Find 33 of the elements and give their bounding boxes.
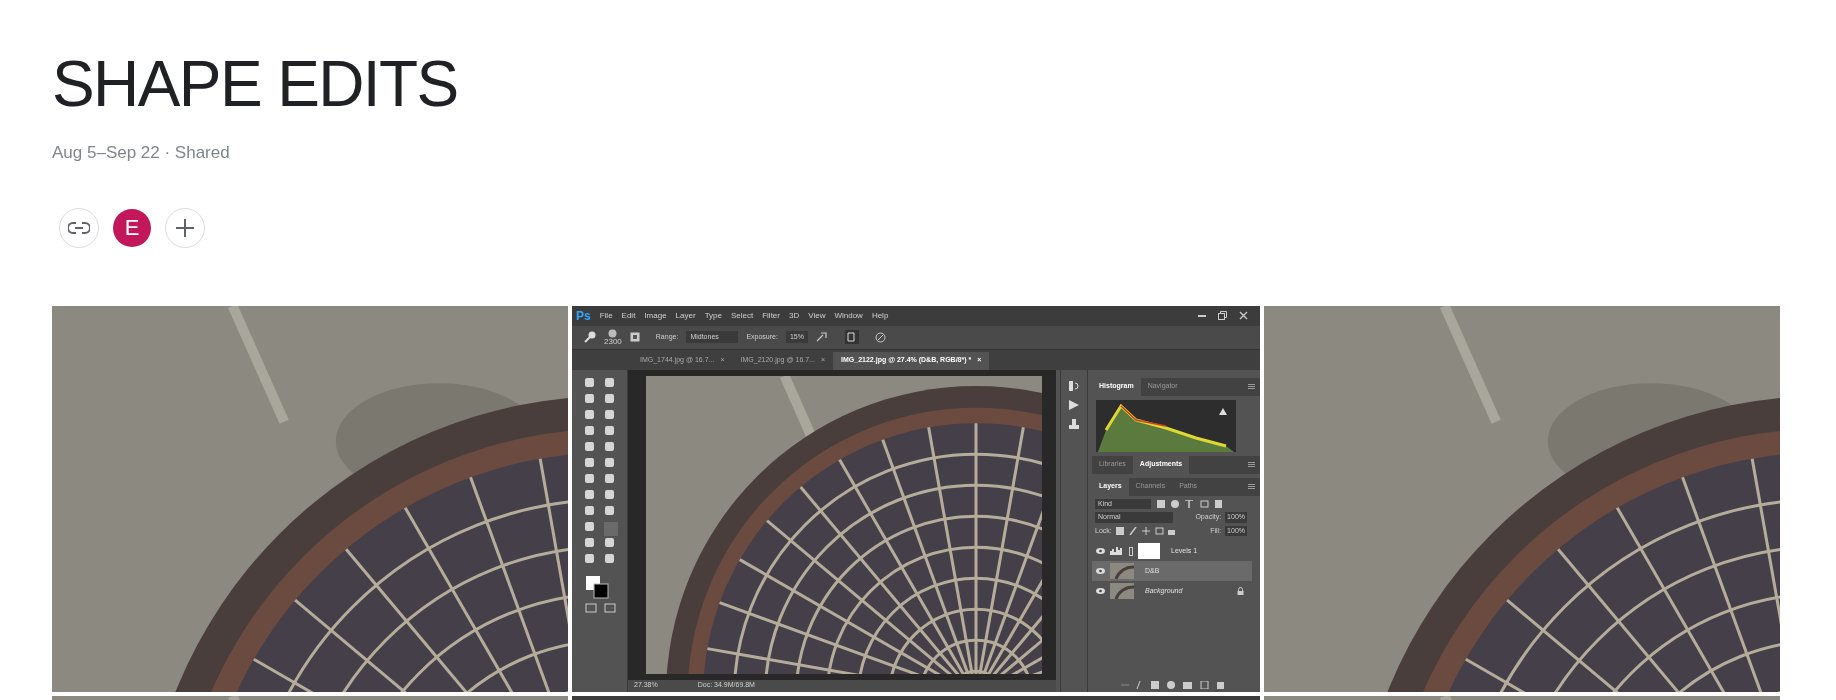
brush-size: 2300: [604, 337, 622, 346]
album-title: SHAPE EDITS: [52, 52, 458, 116]
layer-mask-thumbnail: [1138, 543, 1160, 559]
link-icon: [68, 221, 90, 234]
brush-preview-icon[interactable]: [608, 328, 618, 338]
plus-icon: [176, 218, 194, 237]
eye-icon[interactable]: [1096, 588, 1105, 594]
play-icon[interactable]: [1069, 399, 1079, 410]
menu-item[interactable]: Image: [644, 309, 667, 322]
panel-menu-icon[interactable]: [1248, 384, 1255, 389]
menu-item[interactable]: Type: [704, 309, 722, 322]
menu-item[interactable]: Filter: [762, 309, 780, 322]
menu-item[interactable]: Layer: [675, 309, 696, 322]
album-subtitle: Aug 5–Sep 22 · Shared: [52, 142, 230, 164]
close-icon[interactable]: [1239, 311, 1248, 320]
avatar[interactable]: E: [113, 208, 151, 247]
menu-item[interactable]: Edit: [621, 309, 636, 322]
restore-icon[interactable]: [1218, 311, 1227, 320]
menu-item[interactable]: File: [599, 309, 613, 322]
layer-thumbnail: [1110, 563, 1134, 579]
panel-menu-icon[interactable]: [1248, 484, 1255, 489]
menu-item[interactable]: Help: [871, 309, 889, 322]
menu-item[interactable]: Select: [730, 309, 754, 322]
menu-item[interactable]: Window: [834, 309, 863, 322]
menu-item[interactable]: 3D: [789, 309, 800, 322]
eye-icon[interactable]: [1096, 548, 1105, 554]
eye-icon[interactable]: [1096, 568, 1105, 574]
menu-item[interactable]: View: [808, 309, 826, 322]
layer-thumbnail: [1110, 583, 1134, 599]
panel-menu-icon[interactable]: [1248, 462, 1255, 467]
app-logo: Ps: [576, 307, 591, 325]
lock-options-icons-drawing[interactable]: [1115, 526, 1176, 535]
minimize-icon[interactable]: [1198, 314, 1206, 317]
